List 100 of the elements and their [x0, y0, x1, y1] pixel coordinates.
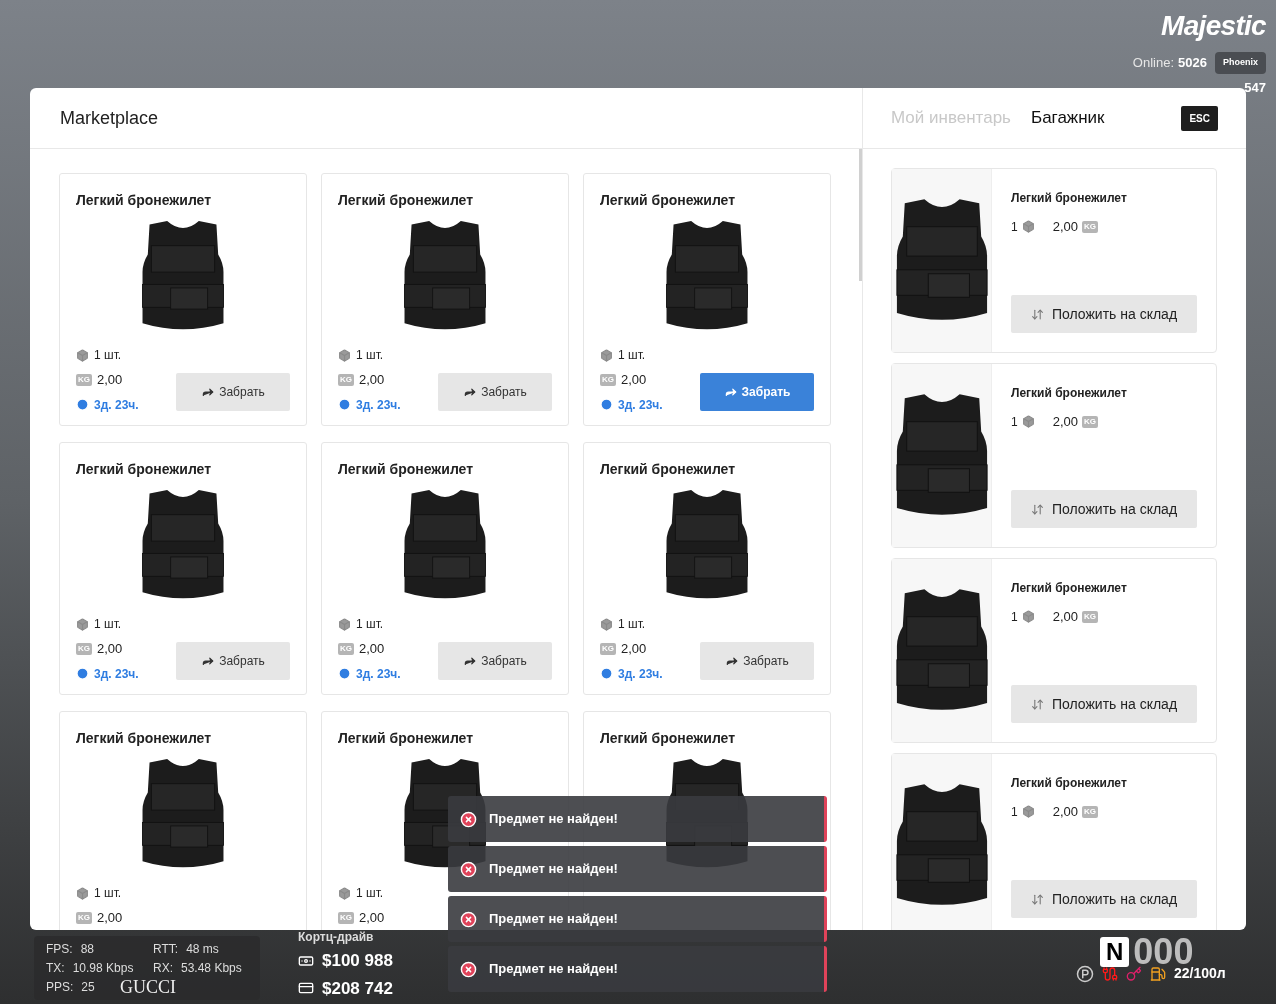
item-title: Легкий бронежилет — [1011, 385, 1128, 402]
kg-icon: KG — [338, 373, 354, 386]
kg-icon: KG — [600, 373, 616, 386]
cube-icon — [338, 348, 351, 362]
kg-icon: KG — [1082, 805, 1098, 818]
cube-icon — [76, 886, 89, 900]
stat-label: TX: — [46, 960, 65, 977]
stat-label: RX: — [153, 960, 173, 977]
toast-message: Предмет не найден! — [489, 860, 618, 879]
panel-title: Marketplace — [60, 106, 159, 130]
scrollbar[interactable] — [859, 149, 862, 281]
item-title: Легкий бронежилет — [600, 729, 737, 748]
kg-icon: KG — [1082, 220, 1098, 233]
quantity: 1 шт. — [618, 347, 646, 364]
item-title: Легкий бронежилет — [1011, 775, 1128, 792]
item-count: 1 — [1011, 218, 1018, 236]
brand-text: GUCCI — [120, 978, 176, 996]
swap-arrows-icon — [1030, 502, 1044, 516]
quantity: 1 шт. — [356, 885, 384, 902]
cube-icon — [600, 617, 613, 631]
weight: 2,00 — [621, 640, 647, 658]
cube-icon — [1021, 220, 1035, 234]
kg-icon: KG — [1082, 415, 1098, 428]
item-count: 1 — [1011, 803, 1018, 821]
key-icon — [1126, 965, 1142, 982]
tab[interactable]: Багажник — [1030, 105, 1105, 131]
kg-icon: KG — [76, 642, 92, 655]
item-title: Легкий бронежилет — [76, 191, 213, 210]
cube-icon — [338, 617, 351, 631]
take-button[interactable]: Забрать — [700, 641, 814, 680]
take-button[interactable]: Забрать — [176, 372, 290, 411]
quantity: 1 шт. — [94, 616, 122, 633]
online-label: Online: — [1132, 54, 1175, 72]
gear-indicator: N — [1100, 937, 1130, 967]
store-button[interactable]: Положить на склад — [1011, 295, 1197, 333]
store-button[interactable]: Положить на склад — [1011, 685, 1197, 723]
kg-icon: KG — [338, 642, 354, 655]
expiry-time: 3д. 23ч. — [94, 665, 139, 683]
item-title: Легкий бронежилет — [338, 191, 475, 210]
item-title: Легкий бронежилет — [338, 729, 475, 748]
quantity: 1 шт. — [94, 347, 122, 364]
fuel-icon — [1150, 965, 1166, 982]
cash-amount: $100 988 — [322, 950, 393, 972]
stat-value: 25 — [81, 979, 95, 996]
item-count: 1 — [1011, 608, 1018, 626]
weight: 2,00 — [97, 640, 123, 658]
player-id: 547 — [1244, 78, 1266, 97]
swap-arrows-icon — [1030, 892, 1044, 906]
store-button[interactable]: Положить на склад — [1011, 490, 1197, 528]
weight: 2,00 — [1052, 413, 1078, 431]
stat-value: 10.98 Kbps — [72, 960, 134, 977]
parking-brake-icon — [1076, 964, 1094, 983]
store-button[interactable]: Положить на склад — [1011, 880, 1197, 918]
toast-message: Предмет не найден! — [489, 810, 618, 829]
cube-icon — [1021, 610, 1035, 624]
take-button[interactable]: Забрать — [176, 641, 290, 680]
item-title: Легкий бронежилет — [1011, 580, 1128, 597]
online-count: 5026 — [1178, 54, 1207, 72]
kg-icon: KG — [338, 911, 354, 924]
stat-label: PPS: — [46, 979, 74, 996]
expiry-time: 3д. 23ч. — [618, 665, 663, 683]
item-title: Легкий бронежилет — [600, 460, 737, 479]
weight: 2,00 — [1052, 803, 1078, 821]
swap-arrows-icon — [1030, 697, 1044, 711]
server-badge: Phoenix — [1215, 52, 1266, 74]
plug-icon — [1102, 965, 1118, 982]
toast-message: Предмет не найден! — [489, 960, 618, 979]
error-icon — [460, 860, 477, 878]
item-title: Легкий бронежилет — [1011, 190, 1128, 207]
toast-message: Предмет не найден! — [489, 910, 618, 929]
expiry-time: 3д. 23ч. — [94, 396, 139, 414]
stat-value: 48 ms — [186, 941, 219, 958]
stat-value: 88 — [80, 941, 95, 958]
weight: 2,00 — [1052, 608, 1078, 626]
kg-icon: KG — [76, 373, 92, 386]
weight: 2,00 — [359, 640, 385, 658]
item-title: Легкий бронежилет — [600, 191, 737, 210]
error-icon — [460, 960, 477, 978]
kg-icon: KG — [1082, 610, 1098, 623]
weight: 2,00 — [1052, 218, 1078, 236]
quantity: 1 шт. — [356, 616, 384, 633]
cube-icon — [338, 886, 351, 900]
take-button[interactable]: Забрать — [438, 372, 552, 411]
esc-button[interactable]: ESC — [1181, 105, 1218, 131]
item-title: Легкий бронежилет — [76, 460, 213, 479]
stat-label: RTT: — [153, 941, 179, 958]
stat-label: FPS: — [46, 941, 73, 958]
expiry-time: 3д. 23ч. — [618, 396, 663, 414]
quantity: 1 шт. — [356, 347, 384, 364]
weight: 2,00 — [621, 371, 647, 389]
take-button[interactable]: Забрать — [700, 372, 814, 411]
weight: 2,00 — [359, 371, 385, 389]
item-title: Легкий бронежилет — [338, 460, 475, 479]
weight: 2,00 — [97, 909, 123, 927]
logo: Majestic — [1161, 12, 1266, 40]
take-button[interactable]: Забрать — [438, 641, 552, 680]
stat-value: 53.48 Kbps — [181, 960, 242, 977]
cube-icon — [76, 348, 89, 362]
cube-icon — [1021, 415, 1035, 429]
location-text: Кортц-драйв — [298, 929, 375, 946]
